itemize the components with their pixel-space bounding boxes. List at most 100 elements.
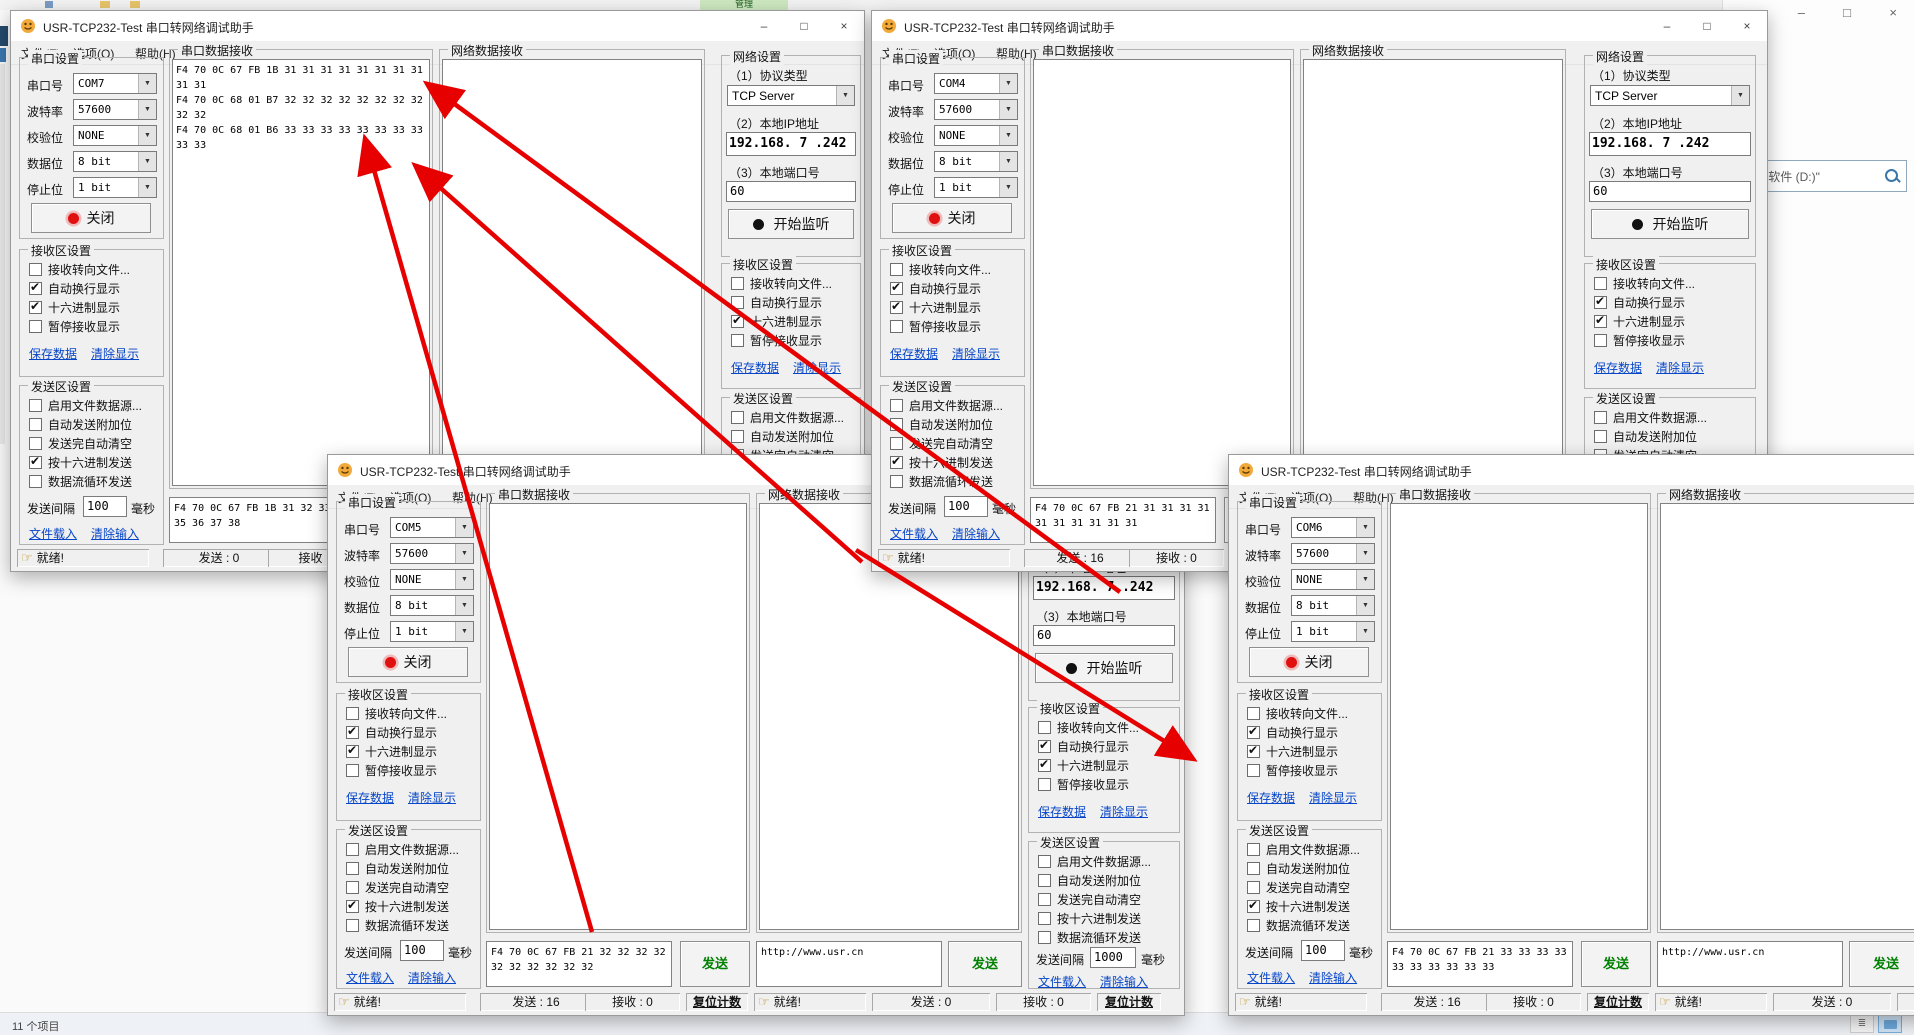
clear-input-link[interactable]: 清除输入: [952, 525, 1000, 542]
baud-select[interactable]: 57600▼: [390, 543, 474, 564]
checkbox-icon[interactable]: [1247, 745, 1260, 758]
chevron-down-icon[interactable]: ▼: [455, 622, 473, 641]
chevron-down-icon[interactable]: ▼: [138, 152, 156, 171]
protocol-select[interactable]: TCP Server▼: [727, 85, 855, 106]
local-port-input[interactable]: 60: [1589, 181, 1751, 202]
checkbox-pause-recv[interactable]: 暂停接收显示: [29, 318, 120, 335]
stopbits-select[interactable]: 1 bit▼: [390, 621, 474, 642]
listen-button[interactable]: 开始监听: [728, 209, 854, 239]
net-send-button[interactable]: 发送: [1849, 941, 1914, 987]
checkbox-icon[interactable]: [29, 437, 42, 450]
serial-interval-input[interactable]: 100: [83, 496, 127, 517]
checkbox-auto-append[interactable]: 自动发送附加位: [346, 860, 449, 877]
baud-select[interactable]: 57600▼: [934, 99, 1018, 120]
com-port-select[interactable]: COM6▼: [1291, 517, 1375, 538]
checkbox-auto-newline[interactable]: 自动换行显示: [731, 294, 822, 311]
close-port-button[interactable]: 关闭: [1249, 647, 1369, 677]
chevron-down-icon[interactable]: ▼: [999, 74, 1017, 93]
chevron-down-icon[interactable]: ▼: [1356, 544, 1374, 563]
checkbox-icon[interactable]: [890, 263, 903, 276]
checkbox-loop-send[interactable]: 数据流循环发送: [1038, 929, 1141, 946]
save-data-link[interactable]: 保存数据: [1247, 789, 1295, 806]
save-data-link[interactable]: 保存数据: [29, 345, 77, 362]
checkbox-icon[interactable]: [1038, 721, 1051, 734]
baud-select[interactable]: 57600▼: [1291, 543, 1375, 564]
minimize-icon[interactable]: –: [1798, 6, 1805, 19]
checkbox-icon[interactable]: [1594, 411, 1607, 424]
load-file-link[interactable]: 文件载入: [1038, 973, 1086, 990]
save-data-link[interactable]: 保存数据: [346, 789, 394, 806]
local-port-input[interactable]: 60: [726, 181, 856, 202]
checkbox-icon[interactable]: [890, 418, 903, 431]
checkbox-hex-display[interactable]: 十六进制显示: [346, 743, 437, 760]
clear-display-link[interactable]: 清除显示: [793, 359, 841, 376]
checkbox-loop-send[interactable]: 数据流循环发送: [1247, 917, 1350, 934]
stopbits-select[interactable]: 1 bit▼: [934, 177, 1018, 198]
checkbox-icon[interactable]: [29, 320, 42, 333]
listen-button[interactable]: 开始监听: [1035, 653, 1173, 683]
checkbox-clear-after-send[interactable]: 发送完自动清空: [346, 879, 449, 896]
serial-send-input[interactable]: F4 70 0C 67 FB 21 32 32 32 32 32 32 32 3…: [486, 941, 672, 987]
clear-input-link[interactable]: 清除输入: [91, 525, 139, 542]
close-icon[interactable]: ×: [1889, 6, 1897, 19]
checkbox-icon[interactable]: [1247, 919, 1260, 932]
net-recv-area[interactable]: [1660, 503, 1914, 930]
checkbox-icon[interactable]: [731, 315, 744, 328]
chevron-down-icon[interactable]: ▼: [1356, 622, 1374, 641]
load-file-link[interactable]: 文件载入: [346, 969, 394, 986]
save-data-link[interactable]: 保存数据: [1038, 803, 1086, 820]
checkbox-file-source[interactable]: 启用文件数据源...: [890, 397, 1003, 414]
maximize-icon[interactable]: □: [1843, 6, 1851, 19]
chevron-down-icon[interactable]: ▼: [455, 518, 473, 537]
checkbox-icon[interactable]: [346, 881, 359, 894]
checkbox-recv-to-file[interactable]: 接收转向文件...: [346, 705, 447, 722]
serial-interval-input[interactable]: 100: [1301, 940, 1345, 961]
close-port-button[interactable]: 关闭: [348, 647, 468, 677]
clear-display-link[interactable]: 清除显示: [1100, 803, 1148, 820]
checkbox-icon[interactable]: [29, 399, 42, 412]
checkbox-clear-after-send[interactable]: 发送完自动清空: [29, 435, 132, 452]
checkbox-icon[interactable]: [731, 430, 744, 443]
checkbox-loop-send[interactable]: 数据流循环发送: [346, 917, 449, 934]
serial-interval-input[interactable]: 100: [400, 940, 444, 961]
chevron-down-icon[interactable]: ▼: [455, 596, 473, 615]
checkbox-hex-display[interactable]: 十六进制显示: [1594, 313, 1685, 330]
chevron-down-icon[interactable]: ▼: [138, 178, 156, 197]
checkbox-icon[interactable]: [346, 745, 359, 758]
checkbox-auto-newline[interactable]: 自动换行显示: [1247, 724, 1338, 741]
reset-count-link-serial[interactable]: 复位计数: [1587, 993, 1649, 1011]
checkbox-icon[interactable]: [1038, 778, 1051, 791]
checkbox-icon[interactable]: [890, 456, 903, 469]
databits-select[interactable]: 8 bit▼: [1291, 595, 1375, 616]
reset-count-link-net[interactable]: 复位计数: [1097, 993, 1161, 1011]
checkbox-icon[interactable]: [346, 726, 359, 739]
checkbox-icon[interactable]: [890, 282, 903, 295]
clear-display-link[interactable]: 清除显示: [408, 789, 456, 806]
serial-recv-area[interactable]: F4 70 0C 67 FB 1B 31 31 31 31 31 31 31 3…: [172, 59, 430, 486]
serial-interval-input[interactable]: 100: [944, 496, 988, 517]
checkbox-icon[interactable]: [731, 277, 744, 290]
save-data-link[interactable]: 保存数据: [890, 345, 938, 362]
checkbox-file-source[interactable]: 启用文件数据源...: [1594, 409, 1707, 426]
parity-select[interactable]: NONE▼: [73, 125, 157, 146]
close-port-button[interactable]: 关闭: [31, 203, 151, 233]
databits-select[interactable]: 8 bit▼: [73, 151, 157, 172]
com-port-select[interactable]: COM5▼: [390, 517, 474, 538]
clear-input-link[interactable]: 清除输入: [1309, 969, 1357, 986]
checkbox-auto-newline[interactable]: 自动换行显示: [346, 724, 437, 741]
checkbox-icon[interactable]: [1247, 843, 1260, 856]
checkbox-auto-append[interactable]: 自动发送附加位: [29, 416, 132, 433]
com-port-select[interactable]: COM7▼: [73, 73, 157, 94]
serial-send-button[interactable]: 发送: [680, 941, 750, 987]
local-ip-input[interactable]: 192.168. 7 .242: [1589, 132, 1751, 156]
chevron-down-icon[interactable]: ▼: [999, 100, 1017, 119]
checkbox-icon[interactable]: [346, 707, 359, 720]
checkbox-icon[interactable]: [890, 320, 903, 333]
checkbox-icon[interactable]: [1247, 862, 1260, 875]
checkbox-auto-newline[interactable]: 自动换行显示: [29, 280, 120, 297]
checkbox-icon[interactable]: [1038, 740, 1051, 753]
checkbox-loop-send[interactable]: 数据流循环发送: [29, 473, 132, 490]
serial-send-button[interactable]: 发送: [1581, 941, 1651, 987]
checkbox-recv-to-file[interactable]: 接收转向文件...: [731, 275, 832, 292]
clear-display-link[interactable]: 清除显示: [1656, 359, 1704, 376]
